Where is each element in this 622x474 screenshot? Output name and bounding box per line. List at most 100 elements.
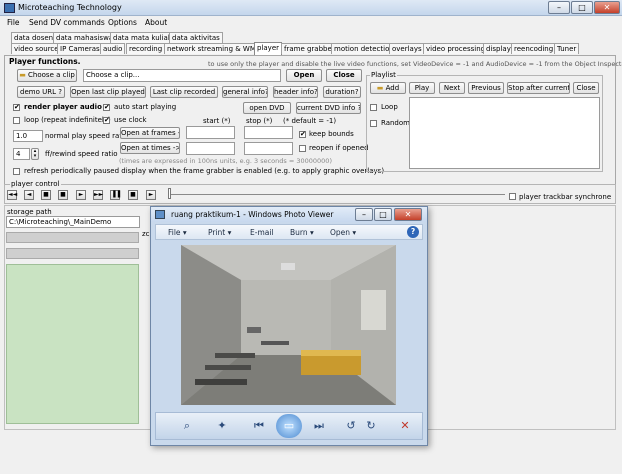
current-dvd-info-button[interactable]: current DVD info ? (296, 102, 361, 114)
minimize-button[interactable]: – (548, 1, 570, 14)
photo-viewer-window[interactable]: ruang praktikum-1 - Windows Photo Viewer… (150, 206, 428, 446)
previous-icon[interactable]: ⏮ (250, 418, 268, 434)
grid-panel[interactable] (6, 264, 139, 424)
open-last-clip-button[interactable]: Open last clip played (70, 86, 146, 98)
tab-network-streaming[interactable]: network streaming & WMV (164, 43, 264, 54)
tab-video-source[interactable]: video source (11, 43, 62, 54)
play-speed-input[interactable]: 1.0 (13, 130, 43, 142)
header-info-button[interactable]: header info? (273, 86, 318, 98)
viewer-menu-burn[interactable]: Burn ▾ (290, 228, 314, 237)
general-info-button[interactable]: general info? (222, 86, 268, 98)
viewer-menu-print[interactable]: Print ▾ (208, 228, 231, 237)
playlist-next-button[interactable]: Next (439, 82, 465, 94)
viewer-controls: ⌕ ✦ ⏮ ▭ ⏭ ↺ ↻ ✕ (155, 412, 423, 440)
playlist-play-button[interactable]: Play (409, 82, 435, 94)
next-icon[interactable]: ⏭ (310, 418, 328, 434)
tab-motion-detection[interactable]: motion detection (331, 43, 397, 54)
rotate-left-icon[interactable]: ↺ (344, 418, 358, 434)
auto-start-checkbox[interactable]: ✔ (103, 104, 110, 111)
viewer-menu-file[interactable]: File ▾ (168, 228, 187, 237)
playlist-previous-button[interactable]: Previous (468, 82, 504, 94)
menu-about[interactable]: About (145, 18, 167, 27)
tab-data-dosen[interactable]: data dosen (11, 32, 57, 43)
last-clip-recorded-button[interactable]: Last clip recorded (150, 86, 218, 98)
start-frames-input[interactable] (186, 126, 235, 139)
clip-path-input[interactable]: Choose a clip... (83, 69, 281, 82)
viewer-maximize-button[interactable]: □ (374, 208, 392, 221)
open-dvd-button[interactable]: open DVD (243, 102, 291, 114)
viewer-close-button[interactable]: ✕ (394, 208, 422, 221)
close-button[interactable]: Close (326, 69, 362, 82)
playlist-stop-after-current-button[interactable]: Stop after current (507, 82, 570, 94)
delete-icon[interactable]: ✕ (398, 418, 412, 434)
zoom-icon[interactable]: ⌕ (178, 418, 196, 434)
tab-tuner[interactable]: Tuner (554, 43, 580, 54)
render-audio-checkbox[interactable]: ✔ (13, 104, 20, 111)
playlist-random-checkbox[interactable] (370, 120, 377, 127)
tab-data-mata-kuliah[interactable]: data mata kuliah (110, 32, 176, 43)
rewind-spin-button[interactable]: ▴ ▾ (31, 148, 39, 160)
rotate-right-icon[interactable]: ↻ (364, 418, 378, 434)
tab-data-mahasiswa[interactable]: data mahasiswa (53, 32, 117, 43)
step-forward-button[interactable]: ► (146, 190, 156, 200)
stop-frames-input[interactable] (244, 126, 293, 139)
rewind-speed-input[interactable]: 4 (13, 148, 30, 160)
tab-player[interactable]: player (254, 42, 283, 55)
open-button[interactable]: Open (286, 69, 322, 82)
fast-forward-button[interactable]: ►► (93, 190, 103, 200)
open-at-times-button[interactable]: Open at times -> (120, 142, 180, 154)
tab-overlays[interactable]: overlays (389, 43, 425, 54)
viewer-minimize-button[interactable]: – (355, 208, 373, 221)
menu-send-dv[interactable]: Send DV commands (29, 18, 105, 27)
duration-button[interactable]: duration? (323, 86, 361, 98)
stop-times-input[interactable] (244, 142, 293, 155)
tab-ip-cameras[interactable]: IP Cameras (57, 43, 103, 54)
close-window-button[interactable]: ✕ (594, 1, 620, 14)
trackbar-sync-checkbox[interactable] (509, 193, 516, 200)
viewer-menu-email[interactable]: E-mail (250, 228, 274, 237)
rewind-speed-label: ff/rewind speed ratio (45, 150, 118, 158)
player-trackbar[interactable] (170, 194, 505, 195)
trackbar-thumb[interactable] (168, 188, 171, 199)
slideshow-icon[interactable]: ▭ (276, 414, 302, 438)
stop-button[interactable]: ■ (41, 190, 51, 200)
play-button[interactable]: ► (76, 190, 86, 200)
start-label: start (*) (203, 117, 231, 125)
choose-clip-button[interactable]: ▬ Choose a clip (17, 69, 77, 82)
playlist-loop-checkbox[interactable] (370, 104, 377, 111)
demo-url-button[interactable]: demo URL ? (17, 86, 65, 98)
frame-button[interactable]: ■ (58, 190, 68, 200)
playlist-box[interactable] (409, 97, 600, 169)
tab-audio[interactable]: audio (100, 43, 126, 54)
stop-button-2[interactable]: ■ (128, 190, 138, 200)
pause-button[interactable]: ▐▐ (110, 190, 120, 200)
playlist-add-button[interactable]: ▬ Add (370, 82, 406, 94)
step-back-button[interactable]: ◄ (24, 190, 34, 200)
tab-video-processing[interactable]: video processing (423, 43, 489, 54)
help-icon[interactable]: ? (407, 226, 419, 238)
tab-frame-grabber[interactable]: frame grabber (281, 43, 338, 54)
maximize-button[interactable]: □ (571, 1, 593, 14)
actual-size-icon[interactable]: ✦ (214, 418, 230, 434)
loop-checkbox[interactable] (13, 117, 20, 124)
reopen-checkbox[interactable] (299, 145, 306, 152)
keep-bounds-checkbox[interactable]: ✔ (299, 131, 306, 138)
tab-data-aktivitas[interactable]: data aktivitas (169, 32, 223, 43)
playlist-loop-label: Loop (381, 103, 398, 111)
playlist-title: Playlist (370, 71, 397, 79)
tab-recording[interactable]: recording (126, 43, 166, 54)
storage-path-input[interactable]: C:\Microteaching\_MainDemo (6, 216, 140, 228)
menu-file[interactable]: File (7, 18, 20, 27)
player-info-text: to use only the player and disable the l… (208, 60, 622, 68)
start-times-input[interactable] (186, 142, 235, 155)
open-at-frames-button[interactable]: Open at frames -> (120, 127, 180, 139)
menu-options[interactable]: Options (108, 18, 137, 27)
use-clock-checkbox[interactable]: ✔ (103, 117, 110, 124)
rewind-button[interactable]: ◄◄ (7, 190, 17, 200)
playlist-close-button[interactable]: Close (573, 82, 599, 94)
tab-reencoding[interactable]: reencoding (511, 43, 557, 54)
tab-display[interactable]: display (483, 43, 514, 54)
refresh-paused-checkbox[interactable] (13, 168, 20, 175)
zoom-fragment-text: zc (142, 230, 150, 238)
viewer-menu-open[interactable]: Open ▾ (330, 228, 356, 237)
